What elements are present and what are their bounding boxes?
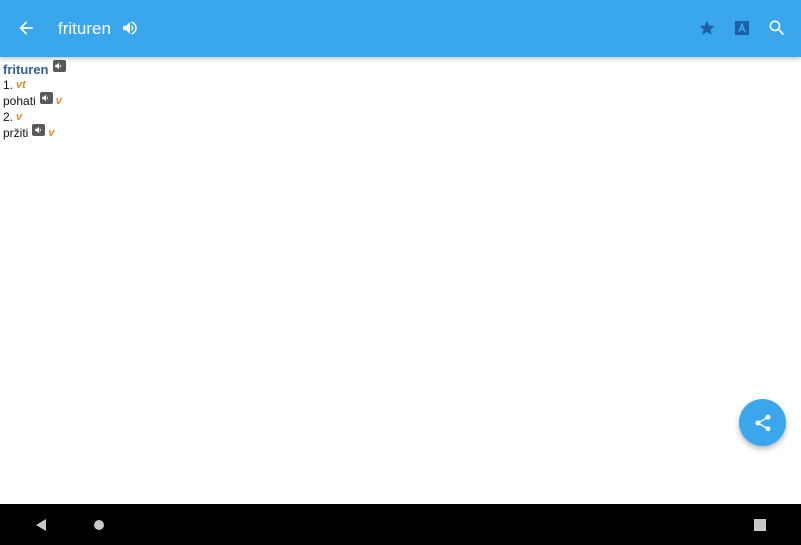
arrow-left-icon (19, 21, 33, 35)
speaker-icon (55, 62, 61, 70)
translation-part-of-speech: v (48, 126, 55, 139)
back-triangle-icon (36, 519, 46, 531)
translation-speak-button[interactable] (32, 124, 46, 136)
translate-button[interactable] (730, 16, 754, 40)
translation-speak-button[interactable] (39, 92, 53, 104)
sense-number: 1. (3, 77, 14, 92)
recents-square-icon (754, 519, 766, 531)
headword-row: frituren (3, 60, 801, 77)
part-of-speech: vt (16, 78, 26, 91)
app-bar: frituren (0, 0, 801, 57)
page-title: frituren (58, 19, 111, 38)
sense-2: 2. v (3, 109, 801, 125)
translation-1: pohati v (3, 92, 801, 109)
sense-1: 1. vt (3, 77, 801, 93)
dictionary-entry: frituren 1. vt pohati v 2. v pržiti v (3, 60, 801, 141)
nav-home-button[interactable] (90, 516, 108, 534)
speaker-icon (35, 126, 41, 134)
headword-speak-button[interactable] (52, 60, 66, 72)
speak-button[interactable] (120, 18, 140, 38)
nav-back-button[interactable] (32, 516, 50, 534)
share-button[interactable] (739, 399, 786, 446)
letter-a-box-icon (735, 21, 749, 35)
search-button[interactable] (765, 16, 789, 40)
headword: frituren (3, 61, 49, 77)
favorite-button[interactable] (695, 16, 719, 40)
speaker-icon (123, 21, 137, 35)
home-circle-icon (94, 520, 104, 530)
translation-part-of-speech: v (55, 94, 62, 107)
nav-recents-button[interactable] (751, 516, 769, 534)
system-navigation-bar (0, 504, 801, 545)
share-icon (755, 414, 771, 431)
sense-number: 2. (3, 109, 14, 124)
translation-word[interactable]: pohati (3, 94, 36, 109)
part-of-speech: v (16, 110, 23, 123)
search-icon (769, 20, 785, 36)
translation-2: pržiti v (3, 124, 801, 141)
translation-word[interactable]: pržiti (3, 126, 28, 141)
speaker-icon (42, 94, 49, 102)
star-icon (699, 20, 715, 35)
back-button[interactable] (14, 16, 38, 40)
